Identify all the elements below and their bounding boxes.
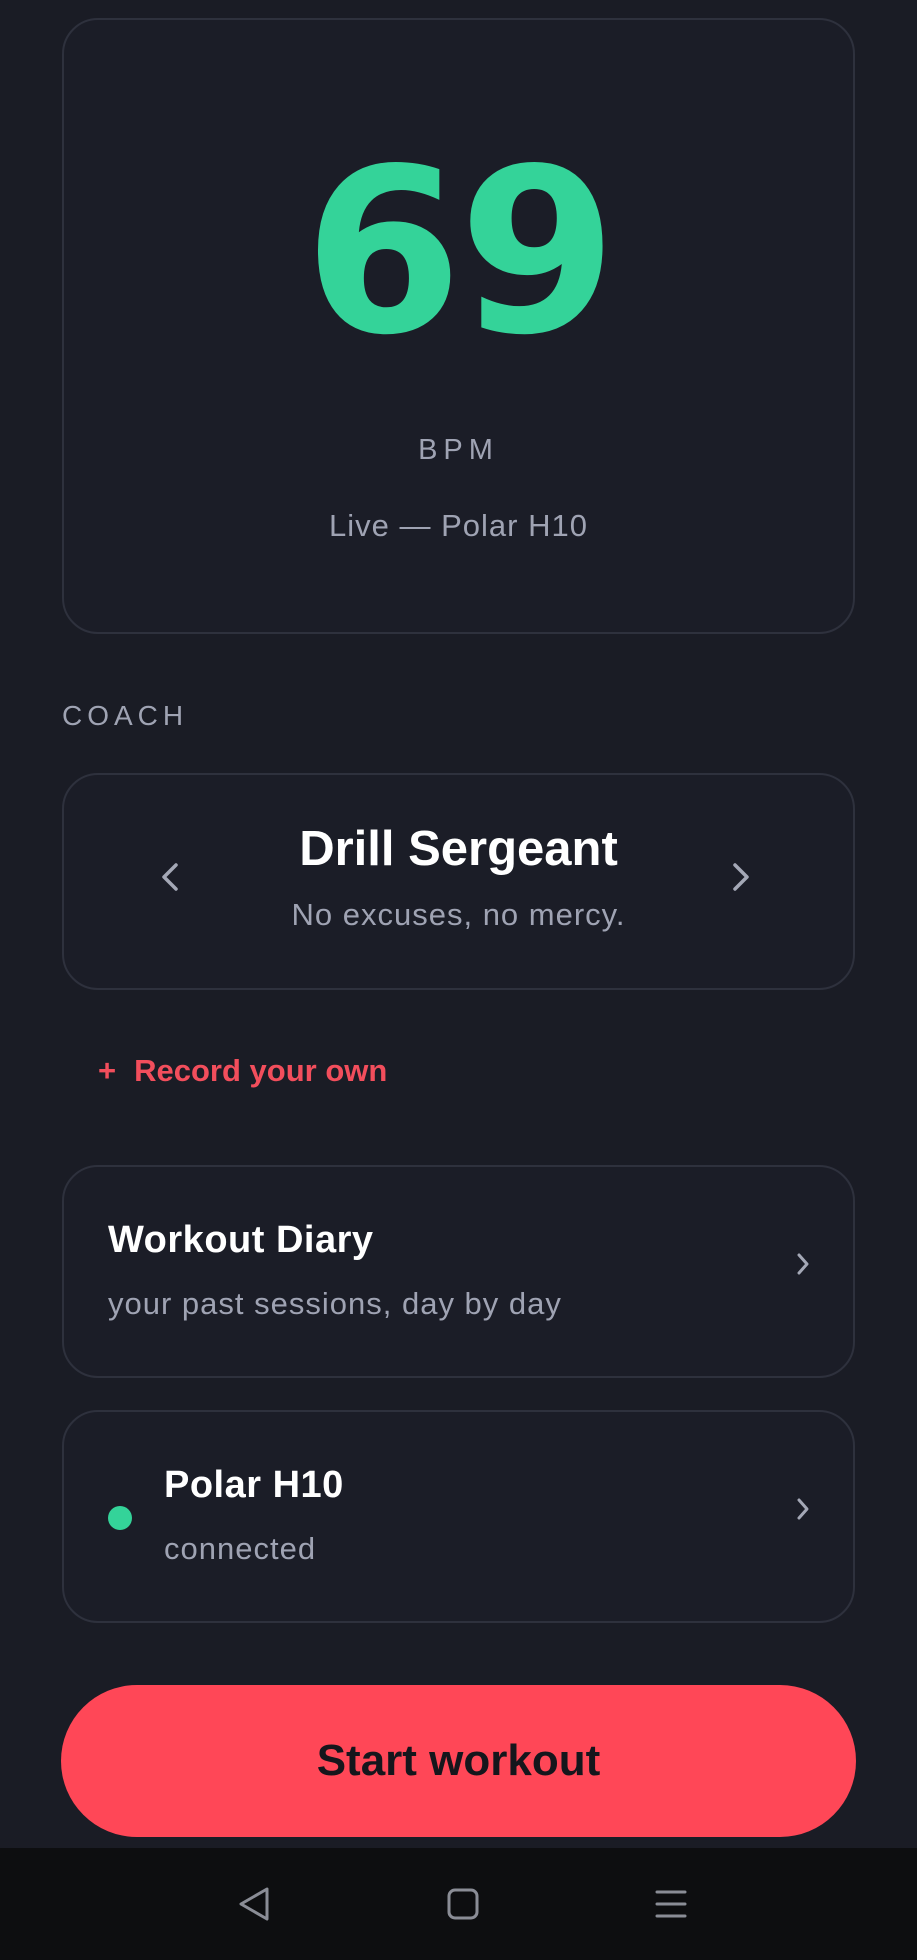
back-triangle-icon[interactable] <box>226 1876 282 1932</box>
connection-status-dot <box>108 1506 132 1530</box>
row-chevron-svg <box>797 1253 809 1275</box>
coach-section-label: COACH <box>62 700 189 731</box>
workout-diary-subtitle: your past sessions, day by day <box>108 1286 562 1321</box>
home-square-icon[interactable] <box>435 1876 491 1932</box>
screen: 69 BPM Live — Polar H10 COACH Drill Serg… <box>0 0 917 1960</box>
device-row[interactable]: Polar H10 connected <box>62 1410 855 1623</box>
heart-rate-source: Live — Polar H10 <box>329 508 588 543</box>
bpm-unit-label: BPM <box>418 434 499 466</box>
system-nav-bar <box>0 1848 917 1960</box>
record-your-own-link[interactable]: + Record your own <box>98 1053 387 1089</box>
chevron-right-icon <box>795 1492 811 1531</box>
chevron-right-icon-svg <box>733 863 749 891</box>
heart-rate-card: 69 BPM Live — Polar H10 <box>62 18 855 634</box>
bpm-value: 69 <box>303 119 617 385</box>
menu-icon-svg <box>655 1890 687 1918</box>
row-chevron-svg <box>797 1498 809 1520</box>
back-icon-svg <box>239 1887 269 1921</box>
plus-icon: + <box>98 1053 117 1088</box>
chevron-right-icon <box>795 1247 811 1286</box>
workout-diary-row[interactable]: Workout Diary your past sessions, day by… <box>62 1165 855 1378</box>
device-name: Polar H10 <box>164 1464 344 1506</box>
coach-selector: Drill Sergeant No excuses, no mercy. <box>62 773 855 990</box>
start-workout-button[interactable]: Start workout <box>61 1685 856 1837</box>
home-icon-svg <box>447 1888 479 1920</box>
record-your-own-label: Record your own <box>134 1053 388 1088</box>
chevron-right-icon[interactable] <box>711 847 771 907</box>
menu-lines-icon[interactable] <box>643 1876 699 1932</box>
device-status: connected <box>164 1531 317 1566</box>
workout-diary-title: Workout Diary <box>108 1219 374 1261</box>
